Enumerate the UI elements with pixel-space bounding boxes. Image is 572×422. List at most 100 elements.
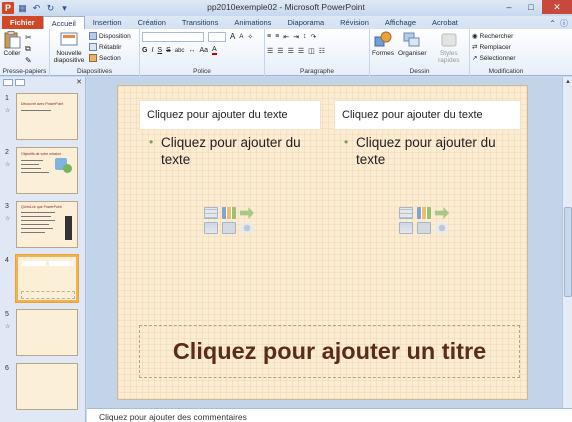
window-title: pp2010exemple02 - Microsoft PowerPoint bbox=[207, 2, 365, 12]
italic-button[interactable]: I bbox=[151, 47, 153, 54]
arrange-button[interactable]: Organiser bbox=[398, 31, 427, 64]
shadow-button[interactable]: abc bbox=[175, 48, 185, 54]
tab-file[interactable]: Fichier bbox=[2, 16, 43, 29]
justify-icon[interactable]: ☰ bbox=[298, 47, 304, 55]
spacing-icon[interactable]: ↔ bbox=[188, 47, 195, 54]
insert-smartart-icon[interactable] bbox=[435, 207, 449, 219]
find-button[interactable]: ◉ Rechercher bbox=[472, 31, 540, 41]
insert-smartart-icon[interactable] bbox=[240, 207, 254, 219]
minimize-ribbon-icon[interactable]: ⌃ bbox=[549, 19, 556, 28]
left-heading-placeholder[interactable]: Cliquez pour ajouter du texte bbox=[139, 100, 321, 130]
insert-clipart-icon[interactable] bbox=[417, 222, 431, 234]
slide-thumbnail-selected[interactable] bbox=[16, 255, 78, 302]
thumbnail-graphic bbox=[63, 164, 72, 173]
tab-insert[interactable]: Insertion bbox=[85, 16, 130, 29]
bullets-icon[interactable]: ≡ bbox=[267, 33, 271, 40]
tab-animations[interactable]: Animations bbox=[226, 16, 279, 29]
format-painter-icon[interactable]: ✎ bbox=[25, 56, 32, 65]
vertical-scrollbar[interactable]: ▲ bbox=[562, 77, 572, 408]
insert-media-icon[interactable] bbox=[435, 222, 449, 234]
bullet-icon: • bbox=[149, 135, 154, 149]
layout-icon bbox=[89, 32, 97, 40]
slide-thumbnail[interactable]: Qu'est-ce que PowerPoint bbox=[16, 201, 78, 248]
tab-design[interactable]: Création bbox=[130, 16, 174, 29]
grow-font-icon[interactable]: A bbox=[230, 32, 235, 41]
bold-button[interactable]: G bbox=[142, 47, 147, 54]
title-bar: P ▦ ↶ ↻ ▾ pp2010exemple02 - Microsoft Po… bbox=[0, 0, 572, 16]
section-icon bbox=[89, 54, 97, 62]
case-icon[interactable]: Aa bbox=[199, 47, 208, 54]
close-button[interactable]: ✕ bbox=[542, 0, 572, 14]
close-pane-icon[interactable]: ✕ bbox=[76, 78, 82, 86]
help-icon[interactable]: ⓘ bbox=[560, 18, 568, 29]
underline-button[interactable]: S bbox=[157, 47, 162, 54]
select-button[interactable]: ↗ Sélectionner bbox=[472, 53, 540, 63]
insert-clipart-icon[interactable] bbox=[222, 222, 236, 234]
slide-canvas: Cliquez pour ajouter du texte Cliquez po… bbox=[87, 77, 562, 408]
right-heading-placeholder[interactable]: Cliquez pour ajouter du texte bbox=[334, 100, 521, 130]
scrollbar-thumb[interactable] bbox=[564, 207, 572, 297]
shapes-button[interactable]: Formes bbox=[372, 31, 394, 64]
insert-picture-icon[interactable] bbox=[399, 222, 413, 234]
insert-table-icon[interactable] bbox=[399, 207, 413, 219]
tab-home[interactable]: Accueil bbox=[42, 16, 85, 29]
line-spacing-icon[interactable]: ↕ bbox=[303, 33, 307, 40]
outline-tab-icon[interactable] bbox=[15, 78, 25, 86]
font-name-combo[interactable] bbox=[142, 31, 204, 42]
align-right-icon[interactable]: ☰ bbox=[288, 47, 294, 55]
window-controls: – □ ✕ bbox=[498, 0, 572, 14]
right-content-placeholder[interactable]: • Cliquez pour ajouter du texte bbox=[344, 134, 516, 168]
numbering-icon[interactable]: ≡ bbox=[275, 33, 279, 40]
section-button[interactable]: Section bbox=[89, 53, 131, 63]
copy-icon[interactable]: ⧉ bbox=[25, 44, 32, 54]
tab-transitions[interactable]: Transitions bbox=[174, 16, 226, 29]
reset-button[interactable]: Rétablir bbox=[89, 42, 131, 52]
strikethrough-button[interactable]: S bbox=[166, 47, 171, 54]
cut-icon[interactable]: ✂ bbox=[25, 33, 32, 42]
minimize-button[interactable]: – bbox=[498, 0, 520, 14]
align-left-icon[interactable]: ☰ bbox=[267, 47, 273, 55]
font-size-combo[interactable] bbox=[208, 31, 226, 42]
title-placeholder[interactable]: Cliquez pour ajouter un titre bbox=[139, 325, 520, 378]
slides-pane-tabs: ✕ bbox=[0, 77, 85, 87]
layout-button[interactable]: Disposition bbox=[89, 31, 131, 41]
new-slide-button[interactable]: Nouvelle diapositive bbox=[52, 31, 86, 64]
group-clipboard: Coller ✂ ⧉ ✎ Presse-papiers bbox=[0, 29, 50, 76]
notes-pane[interactable]: Cliquez pour ajouter des commentaires bbox=[87, 408, 572, 422]
tab-review[interactable]: Révision bbox=[332, 16, 377, 29]
slide-thumbnail[interactable] bbox=[16, 309, 78, 356]
tab-view[interactable]: Affichage bbox=[377, 16, 424, 29]
tab-acrobat[interactable]: Acrobat bbox=[424, 16, 466, 29]
insert-chart-icon[interactable] bbox=[417, 207, 431, 219]
shrink-font-icon[interactable]: A bbox=[239, 34, 243, 40]
insert-table-icon[interactable] bbox=[204, 207, 218, 219]
quick-styles-button[interactable]: Styles rapides bbox=[431, 31, 467, 64]
group-label-font: Police bbox=[193, 68, 211, 75]
ribbon-tabs: Fichier Accueil Insertion Création Trans… bbox=[0, 16, 572, 29]
arrange-icon bbox=[403, 32, 420, 47]
align-center-icon[interactable]: ☰ bbox=[277, 47, 283, 55]
slides-tab-icon[interactable] bbox=[3, 78, 13, 86]
paste-button[interactable]: Coller bbox=[2, 31, 22, 65]
insert-media-icon[interactable] bbox=[240, 222, 254, 234]
decrease-indent-icon[interactable]: ⇤ bbox=[283, 33, 289, 41]
slide-thumbnail[interactable]: Découvrir avec PowerPoint bbox=[16, 93, 78, 140]
left-content-placeholder[interactable]: • Cliquez pour ajouter du texte bbox=[149, 134, 311, 168]
slide-thumbnail[interactable]: Objectifs de votre mission bbox=[16, 147, 78, 194]
slide-thumbnail[interactable] bbox=[16, 363, 78, 410]
scroll-up-icon[interactable]: ▲ bbox=[563, 77, 572, 87]
smartart-icon[interactable]: ☷ bbox=[319, 47, 325, 55]
increase-indent-icon[interactable]: ⇥ bbox=[293, 33, 299, 41]
columns-icon[interactable]: ◫ bbox=[308, 47, 315, 55]
clear-format-icon[interactable]: ✧ bbox=[247, 33, 253, 41]
group-label-slides: Diapositives bbox=[76, 68, 113, 75]
replace-button[interactable]: ⇄ Remplacer bbox=[472, 42, 540, 52]
text-direction-icon[interactable]: ↷ bbox=[310, 33, 316, 41]
maximize-button[interactable]: □ bbox=[520, 0, 542, 14]
right-insert-content-icons bbox=[399, 207, 449, 234]
group-font: A A ✧ G I S S abc ↔ Aa A Police bbox=[140, 29, 265, 76]
insert-chart-icon[interactable] bbox=[222, 207, 236, 219]
tab-slideshow[interactable]: Diaporama bbox=[279, 16, 332, 29]
insert-picture-icon[interactable] bbox=[204, 222, 218, 234]
font-color-icon[interactable]: A bbox=[212, 46, 217, 55]
